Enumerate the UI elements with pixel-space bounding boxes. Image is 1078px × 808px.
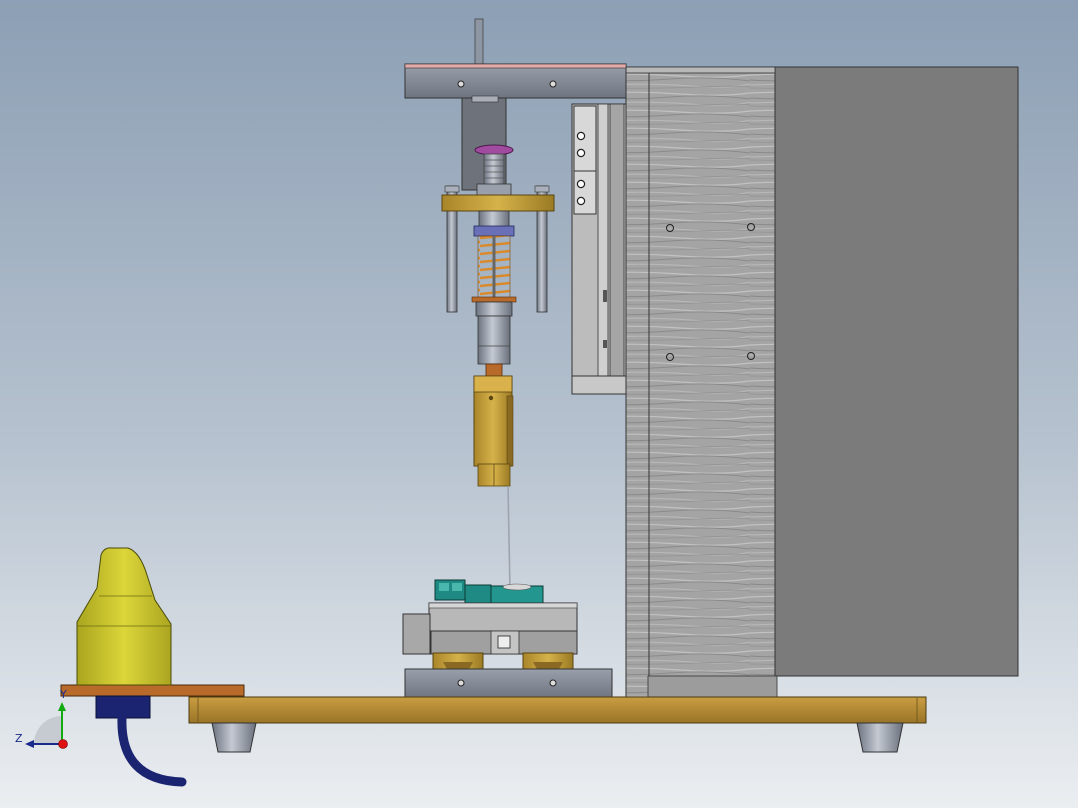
slide-foot	[571, 375, 627, 395]
wooden-base	[188, 696, 927, 724]
top-beam	[404, 18, 627, 99]
axis-y-label: Y	[60, 688, 67, 701]
upper-brass-plate	[441, 194, 555, 212]
top-beam-plate	[404, 63, 627, 99]
base-rail	[404, 668, 613, 699]
teal-clamp	[464, 584, 492, 606]
device-cable	[117, 713, 187, 787]
cabinet-textured-panel	[647, 66, 776, 698]
top-beam-highlight	[404, 63, 627, 69]
axis-triad	[25, 702, 68, 749]
linear-slide	[571, 103, 627, 395]
cabinet	[625, 66, 1019, 698]
press-assembly	[441, 95, 555, 591]
base-plate	[188, 696, 927, 753]
purple-nut	[474, 144, 514, 156]
axis-z-label: Z	[15, 732, 23, 745]
fixture	[402, 579, 613, 699]
fixture-side-block	[402, 613, 431, 655]
device-body	[76, 547, 172, 686]
lower-collar	[475, 301, 513, 317]
device-mount-plate	[60, 684, 245, 697]
foot-left	[211, 722, 257, 753]
probe-needle	[507, 485, 511, 591]
spindle-sleeve	[477, 315, 511, 365]
cabinet-top-lip	[625, 66, 776, 74]
threaded-shaft	[483, 153, 505, 187]
top-pin-rod	[474, 18, 484, 68]
slide-carriage	[573, 105, 597, 215]
cabinet-side-panel	[773, 66, 1019, 677]
slide-inner-track	[597, 103, 609, 377]
slide-outer-track	[609, 103, 625, 377]
cabinet-front-strip	[625, 66, 650, 698]
blue-collar	[473, 225, 515, 237]
cad-scene	[25, 18, 1019, 787]
cabinet-bottom-lip	[647, 675, 778, 698]
foot-right	[856, 722, 904, 753]
axis-x-dot	[58, 739, 68, 749]
